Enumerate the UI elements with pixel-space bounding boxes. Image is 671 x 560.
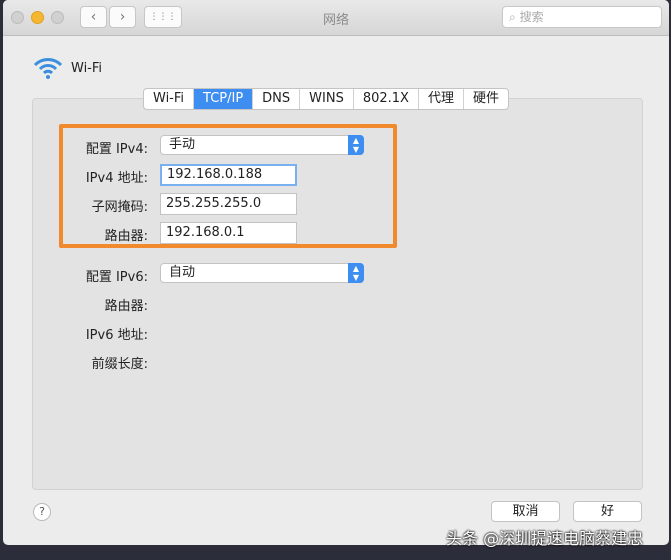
tab-8021x[interactable]: 802.1X	[354, 89, 419, 109]
tab-proxy[interactable]: 代理	[419, 89, 464, 109]
watermark: 头条 @深圳提速电脑蔡建忠	[446, 529, 644, 548]
tab-dns[interactable]: DNS	[253, 89, 301, 109]
search-icon: ⌕	[509, 10, 516, 24]
configure-ipv6-label: 配置 IPv6:	[85, 270, 148, 285]
ok-button[interactable]: 好	[573, 501, 642, 522]
configure-ipv6-value: 自动	[169, 265, 196, 280]
tab-bar: Wi-Fi TCP/IP DNS WINS 802.1X 代理 硬件	[143, 88, 509, 110]
network-window: ‹ › ⋮⋮⋮ 网络 ⌕ 搜索 Wi-Fi Wi-Fi TCP/IP DNS W…	[3, 0, 669, 545]
tab-tcpip[interactable]: TCP/IP	[194, 89, 254, 109]
cancel-button[interactable]: 取消	[491, 501, 560, 522]
title-bar: ‹ › ⋮⋮⋮ 网络 ⌕ 搜索	[3, 0, 669, 36]
service-name: Wi-Fi	[71, 61, 103, 76]
tab-hardware[interactable]: 硬件	[464, 89, 508, 109]
wifi-icon	[33, 58, 63, 79]
search-placeholder: 搜索	[519, 10, 544, 24]
highlight-box	[59, 124, 397, 248]
ipv6-address-label: IPv6 地址:	[85, 328, 148, 343]
prefix-length-label: 前缀长度:	[91, 357, 148, 372]
chevron-updown-icon: ▲ ▼	[348, 263, 364, 283]
help-button[interactable]: ?	[33, 503, 51, 521]
tab-wins[interactable]: WINS	[300, 89, 354, 109]
ipv6-router-label: 路由器:	[104, 299, 148, 314]
search-input[interactable]: ⌕ 搜索	[502, 6, 662, 28]
configure-ipv6-select[interactable]: 自动 ▲ ▼	[160, 263, 364, 283]
tab-wifi[interactable]: Wi-Fi	[144, 89, 195, 109]
